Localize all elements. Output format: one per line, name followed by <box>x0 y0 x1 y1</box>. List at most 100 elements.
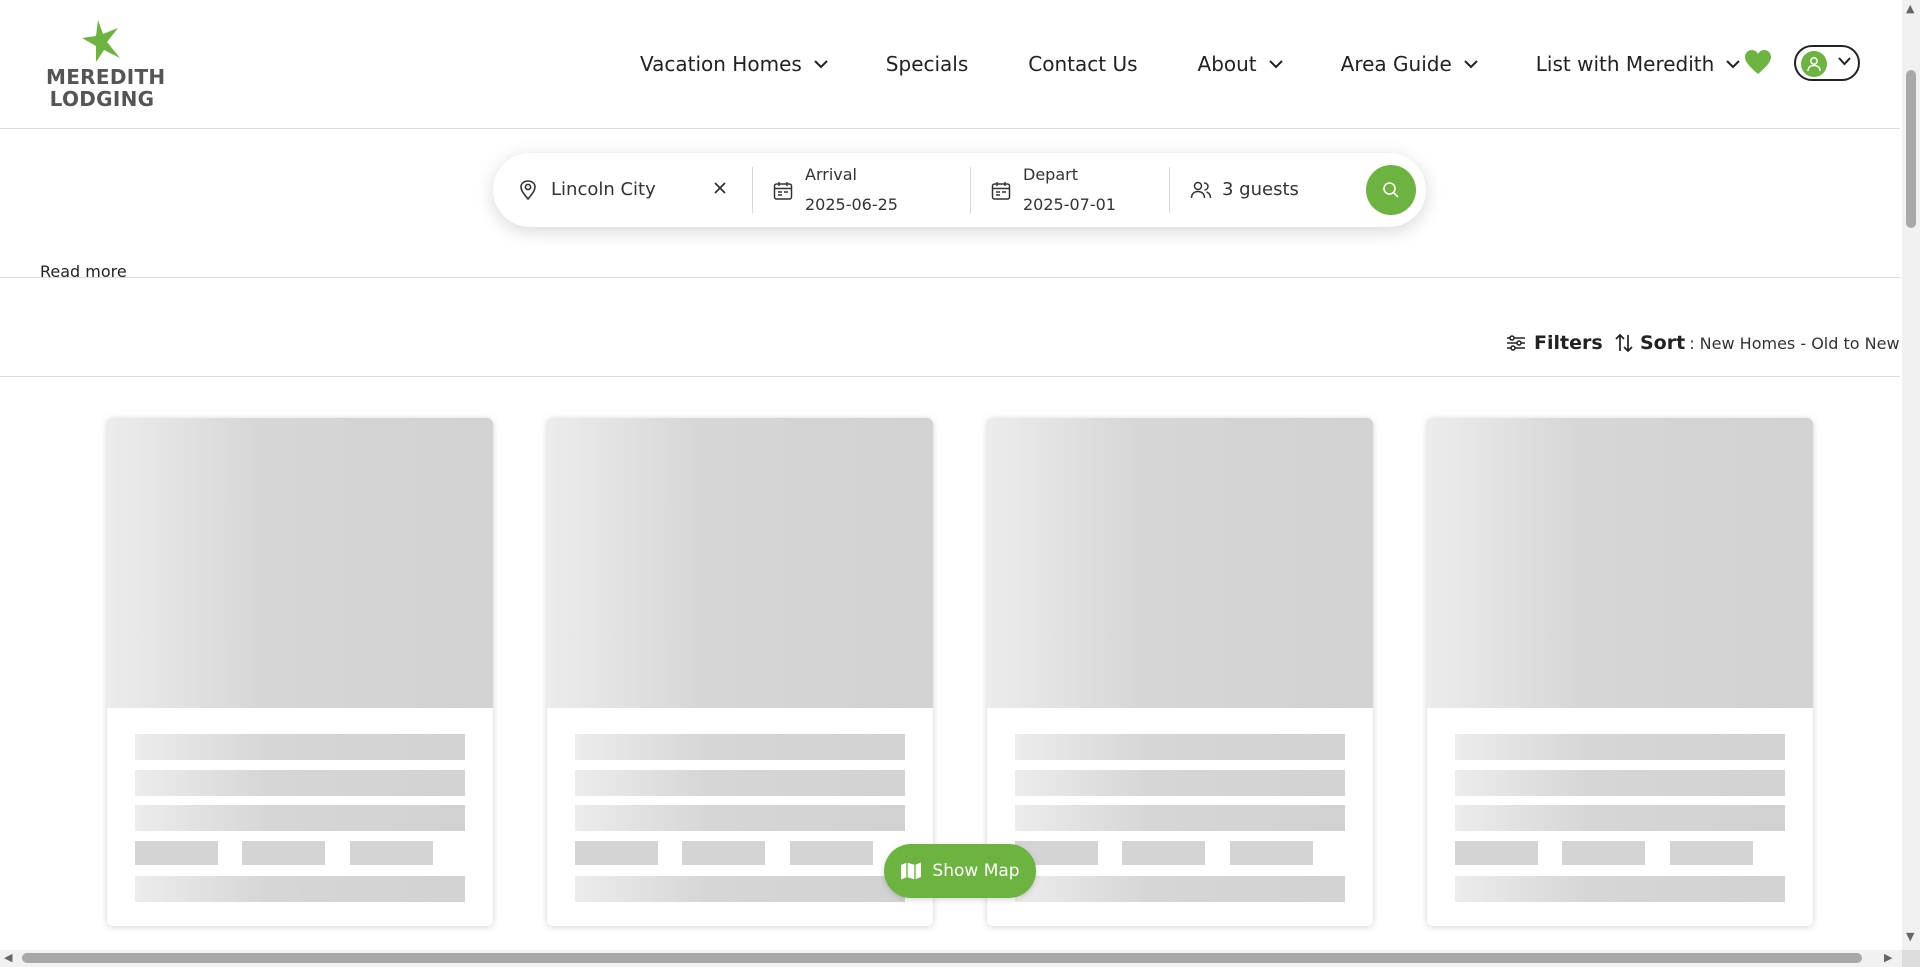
listing-card-placeholder <box>987 418 1373 926</box>
nav-label: Vacation Homes <box>640 52 802 76</box>
search-button[interactable] <box>1366 165 1416 215</box>
depart-value: 2025-07-01 <box>1023 195 1116 214</box>
scroll-down-arrow-icon[interactable]: ▼ <box>1906 930 1914 943</box>
main-nav: Vacation Homes Specials Contact Us About… <box>640 46 1798 82</box>
starfish-logo-icon <box>82 20 120 62</box>
text-placeholder <box>1455 876 1785 902</box>
chip-placeholder <box>1670 841 1753 865</box>
listing-card-placeholder <box>547 418 933 926</box>
horizontal-scrollbar[interactable]: ◀ ▶ <box>0 950 1902 967</box>
calendar-icon <box>773 182 793 200</box>
sliders-icon <box>1507 335 1525 351</box>
filter-sort-bar <box>0 278 1900 377</box>
meredith-lodging-logo[interactable]: MEREDITH LODGING <box>46 18 166 111</box>
arrival-label: Arrival <box>805 165 857 184</box>
show-map-label: Show Map <box>932 861 1020 881</box>
chip-placeholder <box>350 841 433 865</box>
location-value: Lincoln City <box>551 179 656 200</box>
text-placeholder <box>575 876 905 902</box>
chip-placeholder <box>790 841 873 865</box>
sort-label: Sort <box>1640 332 1686 354</box>
text-placeholder <box>575 805 905 831</box>
listing-card-placeholder <box>1427 418 1813 926</box>
chip-placeholder <box>1122 841 1205 865</box>
scroll-up-arrow-icon[interactable]: ▲ <box>1906 2 1914 15</box>
nav-vacation-homes[interactable]: Vacation Homes <box>640 52 828 76</box>
sort-arrows-icon <box>1615 333 1633 353</box>
arrival-date-field[interactable]: Arrival 2025-06-25 <box>753 153 963 227</box>
chevron-down-icon <box>1464 59 1478 68</box>
listing-card-placeholder <box>107 418 493 926</box>
text-placeholder <box>575 770 905 796</box>
location-field[interactable]: Lincoln City <box>493 153 751 227</box>
text-placeholder <box>135 805 465 831</box>
close-icon[interactable] <box>713 181 727 195</box>
map-icon <box>901 862 922 880</box>
chevron-down-icon <box>814 59 828 68</box>
text-placeholder <box>135 734 465 760</box>
account-menu-button[interactable] <box>1794 45 1860 81</box>
nav-area-guide[interactable]: Area Guide <box>1341 52 1478 76</box>
filters-label: Filters <box>1534 332 1603 354</box>
text-placeholder <box>1455 805 1785 831</box>
user-icon <box>1807 57 1821 72</box>
chip-placeholder <box>135 841 218 865</box>
horizontal-scroll-thumb[interactable] <box>22 953 1862 963</box>
chevron-down-icon <box>1726 59 1741 68</box>
nav-label: Specials <box>885 52 969 76</box>
text-placeholder <box>135 876 465 902</box>
read-more-link[interactable]: Read more <box>40 262 127 278</box>
site-header: MEREDITH LODGING Vacation Homes Specials… <box>0 0 1900 129</box>
nav-contact-us[interactable]: Contact Us <box>1028 52 1137 76</box>
chip-placeholder <box>575 841 658 865</box>
logo-line-2: LODGING <box>49 87 155 111</box>
filters-button[interactable]: Filters <box>1506 332 1603 354</box>
text-placeholder <box>1455 734 1785 760</box>
chip-placeholder <box>242 841 325 865</box>
text-placeholder <box>135 770 465 796</box>
vertical-scroll-thumb[interactable] <box>1906 70 1916 228</box>
image-placeholder <box>987 418 1373 708</box>
nav-label: Contact Us <box>1028 52 1138 76</box>
avatar <box>1801 51 1827 77</box>
search-bar: Lincoln City Arrival 2025-06-25 Depart 2… <box>493 153 1426 227</box>
location-pin-icon <box>520 180 536 200</box>
nav-list-with-meredith[interactable]: List with Meredith <box>1536 52 1741 76</box>
chip-placeholder <box>1455 841 1538 865</box>
guests-value: 3 guests <box>1222 179 1299 200</box>
logo-wordmark: MEREDITH LODGING <box>46 65 166 111</box>
chip-placeholder <box>1562 841 1645 865</box>
image-placeholder <box>1427 418 1813 708</box>
sort-value: : New Homes - Old to New <box>1689 333 1900 353</box>
scrollbar-corner <box>1902 950 1920 967</box>
nav-label: About <box>1197 52 1257 76</box>
text-placeholder <box>1455 770 1785 796</box>
text-placeholder <box>1015 876 1345 902</box>
nav-about[interactable]: About <box>1198 52 1283 76</box>
text-placeholder <box>1015 734 1345 760</box>
sort-button[interactable]: Sort : New Homes - Old to New <box>1614 332 1900 354</box>
show-map-button[interactable]: Show Map <box>884 844 1036 898</box>
image-placeholder <box>547 418 933 708</box>
vertical-scrollbar[interactable]: ▲ ▼ <box>1902 0 1920 950</box>
chevron-down-icon <box>1268 59 1283 68</box>
nav-label: Area Guide <box>1340 52 1452 76</box>
text-placeholder <box>1015 805 1345 831</box>
chevron-down-icon <box>1838 57 1851 66</box>
chip-placeholder <box>1230 841 1313 865</box>
chip-placeholder <box>682 841 765 865</box>
scroll-right-arrow-icon[interactable]: ▶ <box>1884 951 1892 964</box>
text-placeholder <box>575 734 905 760</box>
nav-specials[interactable]: Specials <box>886 52 968 76</box>
depart-date-field[interactable]: Depart 2025-07-01 <box>971 153 1161 227</box>
search-icon <box>1383 182 1399 198</box>
scroll-left-arrow-icon[interactable]: ◀ <box>4 951 12 964</box>
calendar-icon <box>991 182 1011 200</box>
arrival-value: 2025-06-25 <box>805 195 898 214</box>
heart-icon[interactable] <box>1744 49 1772 75</box>
nav-label: List with Meredith <box>1535 52 1715 76</box>
logo-line-1: MEREDITH <box>46 65 166 89</box>
text-placeholder <box>1015 770 1345 796</box>
image-placeholder <box>107 418 493 708</box>
guests-icon <box>1190 181 1212 199</box>
